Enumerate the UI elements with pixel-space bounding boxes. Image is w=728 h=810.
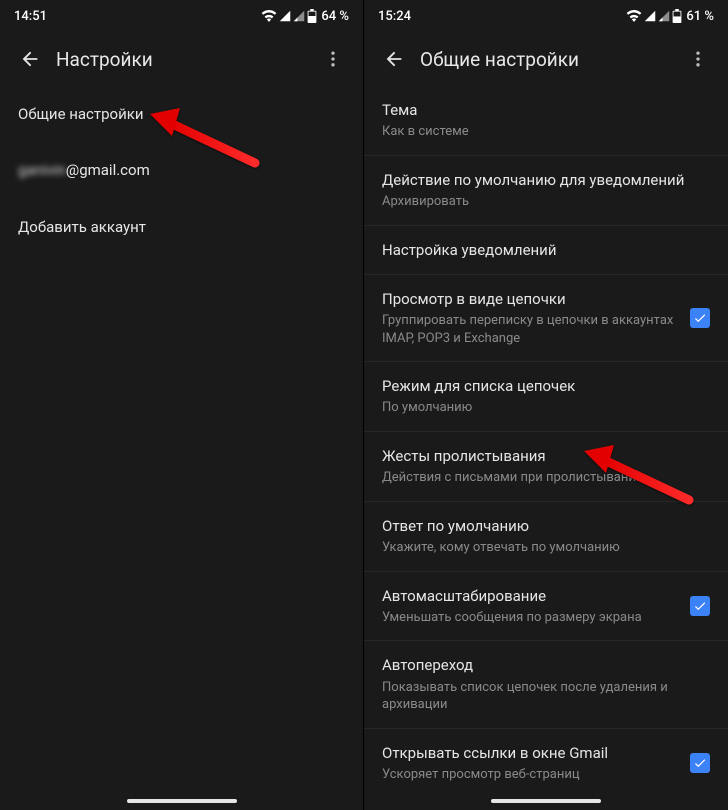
phone-right: 15:24 61 % Общие настройки Тема Как в сис… <box>364 0 728 810</box>
status-bar: 15:24 61 % <box>364 0 728 32</box>
settings-list[interactable]: Общие настройки gаnіvіn@gmail.com Добавить… <box>0 86 363 792</box>
status-battery: 61 % <box>686 9 714 24</box>
item-title: Добавить аккаунт <box>18 217 333 237</box>
checkbox-icon[interactable] <box>690 753 710 773</box>
setting-open-links-in-gmail[interactable]: Открывать ссылки в окне Gmail Ускоряет пр… <box>364 729 728 792</box>
wifi-icon <box>261 10 277 22</box>
item-title: Автомасштабирование <box>382 586 678 606</box>
item-subtitle: Как в системе <box>382 123 698 141</box>
item-subtitle: Укажите, кому отвечать по умолчанию <box>382 539 698 557</box>
sidebar-item-general[interactable]: Общие настройки <box>0 86 363 142</box>
item-title: Жесты пролистывания <box>382 446 698 466</box>
signal-icon-2 <box>658 10 670 22</box>
item-subtitle: По умолчанию <box>382 399 698 417</box>
item-title: Режим для списка цепочек <box>382 376 698 396</box>
item-title: Настройка уведомлений <box>382 240 698 260</box>
more-button[interactable] <box>678 39 718 79</box>
arrow-back-icon <box>383 48 405 70</box>
item-subtitle: Показывать список цепочек после удаления… <box>382 679 698 714</box>
item-subtitle: Группировать переписку в цепочки в аккау… <box>382 312 678 347</box>
signal-icon-2 <box>293 10 305 22</box>
item-title: Открывать ссылки в окне Gmail <box>382 743 678 763</box>
item-subtitle: Уменьшать сообщения по размеру экрана <box>382 609 678 627</box>
more-vert-icon <box>688 49 708 69</box>
nav-handle[interactable] <box>491 799 601 803</box>
item-subtitle: Ускоряет просмотр веб-страниц <box>382 766 678 784</box>
setting-auto-fit[interactable]: Автомасштабирование Уменьшать сообщения п… <box>364 572 728 642</box>
battery-icon <box>307 9 317 23</box>
arrow-back-icon <box>19 48 41 70</box>
back-button[interactable] <box>374 39 414 79</box>
status-time: 14:51 <box>14 9 47 24</box>
setting-conversation-list-density[interactable]: Режим для списка цепочек По умолчанию <box>364 362 728 432</box>
item-subtitle: Архивировать <box>382 193 698 211</box>
setting-auto-advance[interactable]: Автопереход Показывать список цепочек пос… <box>364 641 728 728</box>
item-title: Автопереход <box>382 655 698 675</box>
phone-left: 14:51 64 % Настройки Общие настройки gаnі… <box>0 0 364 810</box>
sidebar-item-account[interactable]: gаnіvіn@gmail.com <box>0 142 363 198</box>
item-title: Тема <box>382 100 698 120</box>
status-time: 15:24 <box>378 9 411 24</box>
item-title: Общие настройки <box>18 104 333 124</box>
page-title: Общие настройки <box>420 48 678 71</box>
wifi-icon <box>626 10 642 22</box>
page-title: Настройки <box>56 48 313 71</box>
setting-default-reply[interactable]: Ответ по умолчанию Укажите, кому отвечать… <box>364 502 728 572</box>
setting-manage-notifs[interactable]: Настройка уведомлений <box>364 226 728 275</box>
item-title: Просмотр в виде цепочки <box>382 289 678 309</box>
nav-handle[interactable] <box>127 799 237 803</box>
more-button[interactable] <box>313 39 353 79</box>
status-right: 61 % <box>626 9 714 24</box>
setting-conversation-view[interactable]: Просмотр в виде цепочки Группировать пере… <box>364 275 728 362</box>
checkbox-icon[interactable] <box>690 308 710 328</box>
back-button[interactable] <box>10 39 50 79</box>
nav-bar <box>364 792 728 810</box>
app-bar: Общие настройки <box>364 32 728 86</box>
more-vert-icon <box>323 49 343 69</box>
battery-icon <box>672 9 682 23</box>
item-title: Ответ по умолчанию <box>382 516 698 536</box>
signal-icon-1 <box>279 10 291 22</box>
setting-swipe-actions[interactable]: Жесты пролистывания Действия с письмами п… <box>364 432 728 502</box>
item-title: gаnіvіn@gmail.com <box>18 160 333 180</box>
app-bar: Настройки <box>0 32 363 86</box>
nav-bar <box>0 792 363 810</box>
signal-icon-1 <box>644 10 656 22</box>
status-battery: 64 % <box>321 9 349 24</box>
settings-list[interactable]: Тема Как в системе Действие по умолчанию д… <box>364 86 728 792</box>
checkbox-icon[interactable] <box>690 596 710 616</box>
status-right: 64 % <box>261 9 349 24</box>
setting-theme[interactable]: Тема Как в системе <box>364 86 728 156</box>
status-bar: 14:51 64 % <box>0 0 363 32</box>
sidebar-item-add-account[interactable]: Добавить аккаунт <box>0 199 363 255</box>
item-title: Действие по умолчанию для уведомлений <box>382 170 698 190</box>
setting-default-notif-action[interactable]: Действие по умолчанию для уведомлений Арх… <box>364 156 728 226</box>
item-subtitle: Действия с письмами при пролистывании <box>382 469 698 487</box>
